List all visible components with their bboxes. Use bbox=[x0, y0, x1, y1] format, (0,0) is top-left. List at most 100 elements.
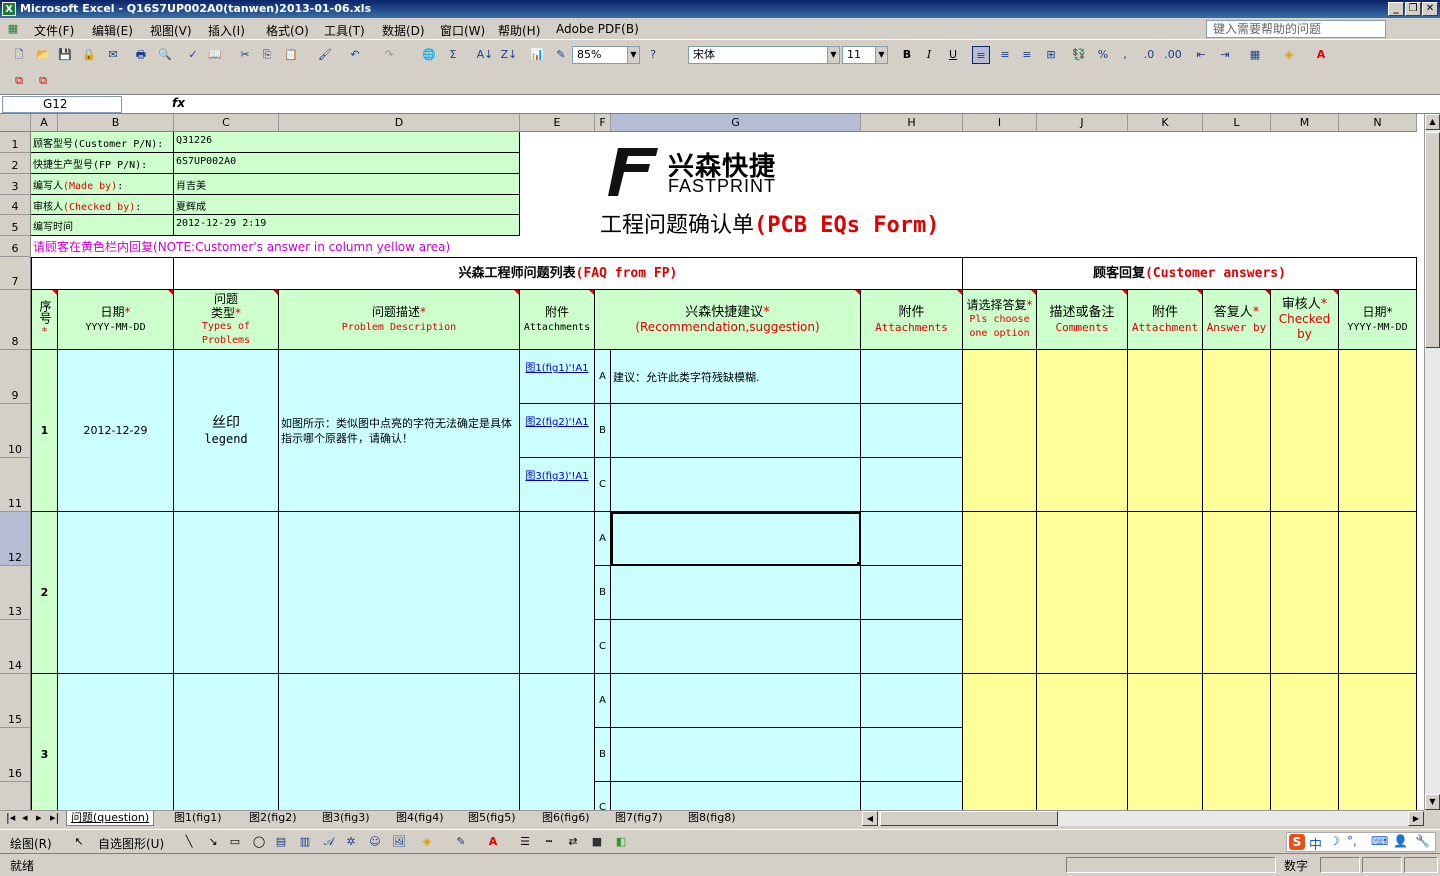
autosum-icon[interactable]: Σ bbox=[444, 46, 462, 64]
header-date-2[interactable]: 日期* YYYY-MM-DD bbox=[1339, 290, 1417, 350]
fp-section-header[interactable]: 兴森工程师问题列表 (FAQ from FP) bbox=[174, 257, 963, 290]
percent-icon[interactable]: % bbox=[1094, 46, 1112, 64]
dash-style-icon[interactable]: ┅ bbox=[540, 833, 558, 851]
sheet-tab-fig8[interactable]: 图8(fig8) bbox=[684, 811, 740, 826]
q3-fp-attachment-c[interactable] bbox=[861, 782, 963, 810]
fill-color-icon[interactable]: ◈ bbox=[1280, 46, 1298, 64]
align-right-icon[interactable]: ≡ bbox=[1018, 46, 1036, 64]
close-button[interactable]: ✕ bbox=[1422, 2, 1438, 16]
q1-fp-attachment-c[interactable] bbox=[861, 458, 963, 512]
q2-fp-attachment-a[interactable] bbox=[861, 512, 963, 566]
q1-number[interactable]: 1 bbox=[31, 350, 58, 512]
format-painter-icon[interactable]: 🖌 bbox=[316, 46, 334, 64]
vertical-scroll-thumb[interactable] bbox=[1425, 132, 1440, 348]
made-by-value[interactable]: 肖吉美 bbox=[174, 174, 520, 195]
row-header-6[interactable]: 6 bbox=[0, 236, 31, 257]
q3-option-b[interactable]: B bbox=[595, 728, 611, 782]
q1-comments[interactable] bbox=[1037, 350, 1128, 512]
scroll-down-icon[interactable]: ▼ bbox=[1425, 794, 1440, 810]
q1-date[interactable]: 2012-12-29 bbox=[58, 350, 174, 512]
q3-option-a[interactable]: A bbox=[595, 674, 611, 728]
picture-icon[interactable]: 🖼 bbox=[390, 833, 408, 851]
increase-indent-icon[interactable]: ⇥ bbox=[1216, 46, 1234, 64]
q3-number[interactable]: 3 bbox=[31, 674, 58, 810]
menu-adobe-pdf[interactable]: Adobe PDF(B) bbox=[556, 22, 639, 36]
col-header-m[interactable]: M bbox=[1271, 114, 1339, 132]
drawing-icon[interactable]: ✎ bbox=[552, 46, 570, 64]
checked-by-label[interactable]: 审核人(Checked by): bbox=[31, 195, 174, 215]
sort-descending-icon[interactable]: Z↓ bbox=[500, 46, 518, 64]
header-attachments[interactable]: 附件 Attachments bbox=[520, 290, 595, 350]
align-left-icon[interactable]: ≡ bbox=[972, 46, 990, 64]
help-search-input[interactable]: 键入需要帮助的问题 bbox=[1206, 20, 1386, 38]
wrench-icon[interactable]: 🔧 bbox=[1415, 834, 1430, 848]
sort-ascending-icon[interactable]: A↓ bbox=[476, 46, 494, 64]
q2-fp-attachment-b[interactable] bbox=[861, 566, 963, 620]
italic-button[interactable]: I bbox=[920, 46, 938, 64]
merge-center-icon[interactable]: ⊞ bbox=[1042, 46, 1060, 64]
open-icon[interactable]: 📂 bbox=[34, 46, 52, 64]
horizontal-scrollbar[interactable]: ◀ ▶ bbox=[862, 810, 1424, 826]
q3-type[interactable] bbox=[174, 674, 279, 810]
row-header-11[interactable]: 11 bbox=[0, 458, 31, 512]
undo-icon[interactable]: ↶ bbox=[346, 46, 364, 64]
draw-menu[interactable]: 绘图(R) bbox=[10, 835, 52, 852]
q2-answer-date[interactable] bbox=[1339, 512, 1417, 674]
header-choose[interactable]: 请选择答复* Pls choose one option bbox=[963, 290, 1037, 350]
menu-edit[interactable]: 编辑(E) bbox=[92, 22, 133, 39]
q2-date[interactable] bbox=[58, 512, 174, 674]
q3-answer-by[interactable] bbox=[1203, 674, 1271, 810]
scroll-left-icon[interactable]: ◀ bbox=[862, 811, 878, 826]
select-all-corner[interactable] bbox=[0, 114, 31, 132]
first-sheet-icon[interactable]: |◂ bbox=[2, 811, 19, 826]
vertical-textbox-icon[interactable]: ▥ bbox=[296, 833, 314, 851]
q2-option-b[interactable]: B bbox=[595, 566, 611, 620]
function-icon[interactable]: fx bbox=[172, 96, 185, 110]
print-preview-icon[interactable]: 🔍 bbox=[156, 46, 174, 64]
email-icon[interactable]: ✉ bbox=[104, 46, 122, 64]
restore-button[interactable]: ❐ bbox=[1405, 2, 1421, 16]
workbook-icon[interactable]: ▦ bbox=[4, 20, 22, 38]
autoshapes-menu[interactable]: 自选图形(U) bbox=[98, 835, 164, 852]
q1-suggestion-b[interactable] bbox=[611, 404, 861, 458]
next-sheet-icon[interactable]: ▸ bbox=[32, 811, 46, 826]
sheet-tab-fig7[interactable]: 图7(fig7) bbox=[611, 811, 667, 826]
textbox-icon[interactable]: ▤ bbox=[272, 833, 290, 851]
col-header-k[interactable]: K bbox=[1128, 114, 1203, 132]
row-header-2[interactable]: 2 bbox=[0, 153, 31, 174]
col-header-i[interactable]: I bbox=[963, 114, 1037, 132]
q1-checked-by[interactable] bbox=[1271, 350, 1339, 512]
q1-attachment-link-2[interactable]: 图2(fig2)'!A1 bbox=[520, 404, 595, 458]
q2-checked-by[interactable] bbox=[1271, 512, 1339, 674]
spelling-icon[interactable]: ✓ bbox=[184, 46, 202, 64]
customer-pn-value[interactable]: Q31226 bbox=[174, 132, 520, 153]
q1-fp-attachment-b[interactable] bbox=[861, 404, 963, 458]
row-header-15[interactable]: 15 bbox=[0, 674, 31, 728]
last-sheet-icon[interactable]: ▸| bbox=[46, 811, 63, 826]
q3-answer-choice[interactable] bbox=[963, 674, 1037, 810]
q1-type[interactable]: 丝印 legend bbox=[174, 350, 279, 512]
q3-suggestion-a[interactable] bbox=[611, 674, 861, 728]
q2-type[interactable] bbox=[174, 512, 279, 674]
borders-icon[interactable]: ▦ bbox=[1246, 46, 1264, 64]
q1-customer-attachment[interactable] bbox=[1128, 350, 1203, 512]
q2-attachments[interactable] bbox=[520, 512, 595, 674]
ime-chinese-mode[interactable]: 中 bbox=[1309, 834, 1322, 853]
col-header-a[interactable]: A bbox=[31, 114, 58, 132]
header-answer-by[interactable]: 答复人* Answer by bbox=[1203, 290, 1271, 350]
q3-suggestion-b[interactable] bbox=[611, 728, 861, 782]
q3-date[interactable] bbox=[58, 674, 174, 810]
q1-option-c[interactable]: C bbox=[595, 458, 611, 512]
q2-answer-choice[interactable] bbox=[963, 512, 1037, 674]
zoom-select[interactable]: 85% ▼ bbox=[572, 46, 640, 64]
q1-fp-attachment-a[interactable] bbox=[861, 350, 963, 404]
header-recommendation[interactable]: 兴森快捷建议* (Recommendation,suggestion) bbox=[595, 290, 861, 350]
col-header-g[interactable]: G bbox=[611, 114, 861, 132]
q3-comments[interactable] bbox=[1037, 674, 1128, 810]
fp-pn-value[interactable]: 6S7UP002A0 bbox=[174, 153, 520, 174]
menu-tools[interactable]: 工具(T) bbox=[324, 22, 365, 39]
row-header-16[interactable]: 16 bbox=[0, 728, 31, 782]
q2-description[interactable] bbox=[279, 512, 520, 674]
font-select[interactable]: 宋体 ▼ bbox=[688, 46, 840, 64]
q3-customer-attachment[interactable] bbox=[1128, 674, 1203, 810]
